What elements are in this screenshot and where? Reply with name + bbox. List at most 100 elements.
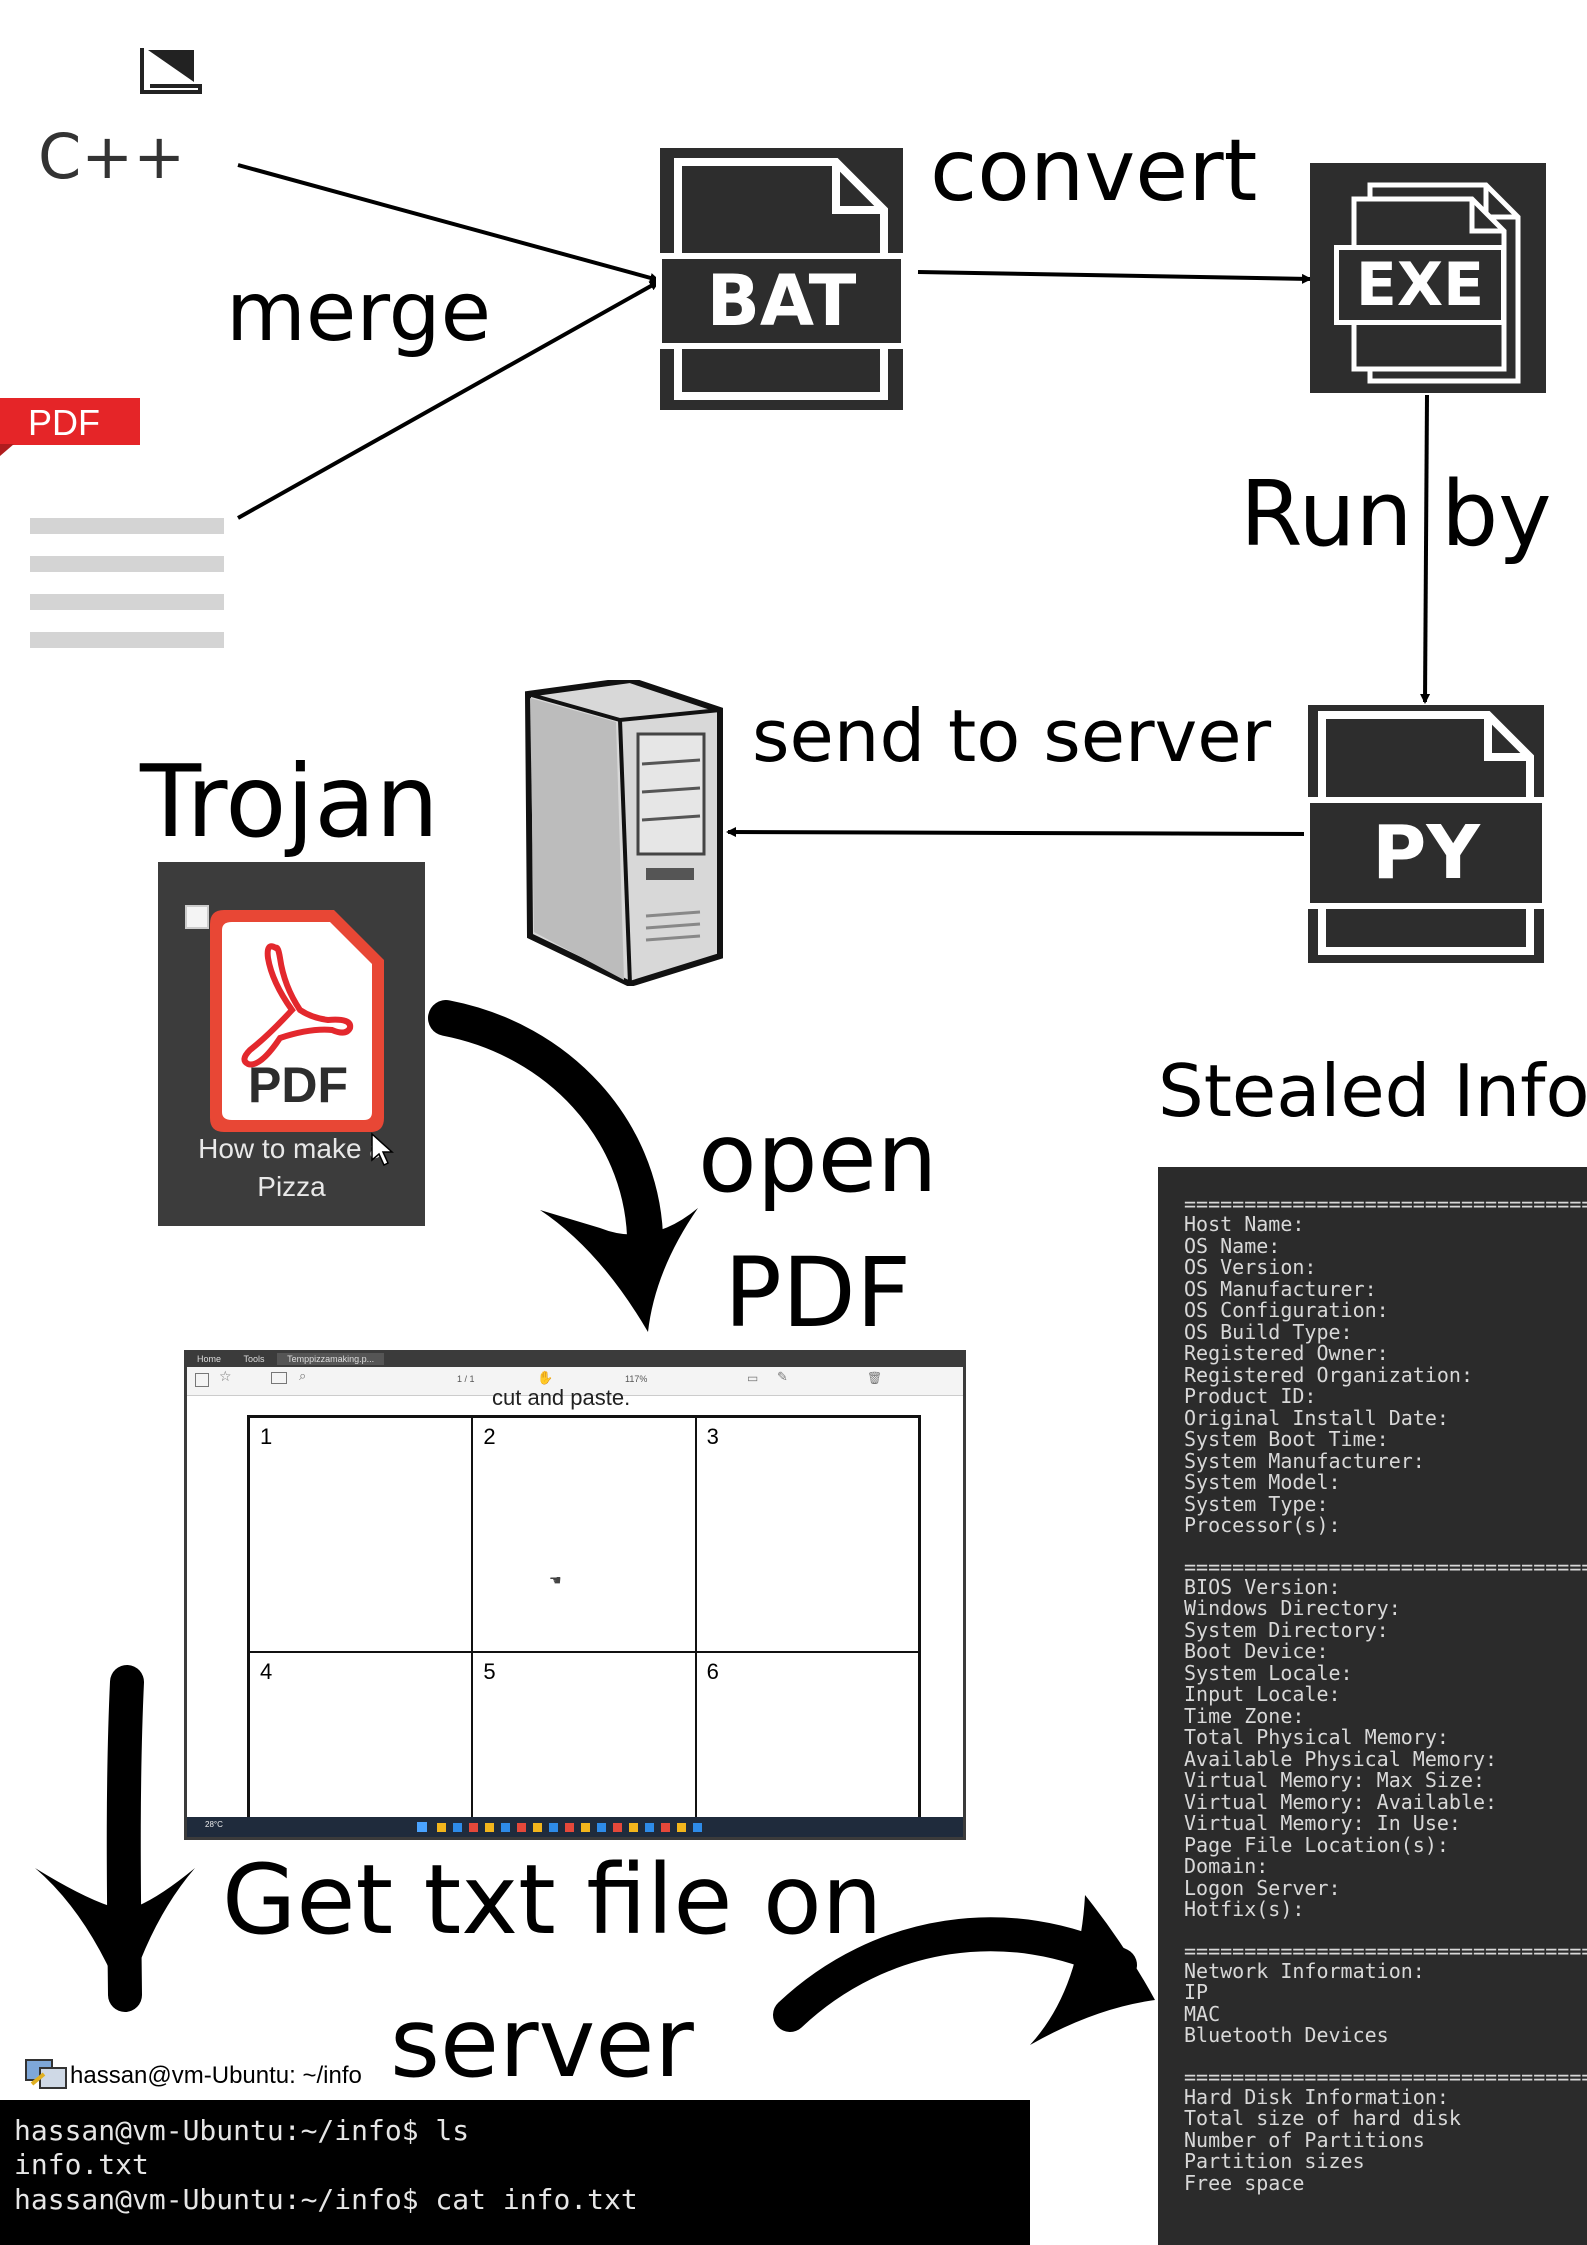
py-file-label: PY: [1304, 797, 1548, 909]
trojan-pdf-desktop-icon[interactable]: PDF How to make a Pizza: [158, 862, 425, 1226]
terminal-title: hassan@vm-Ubuntu: ~/info: [70, 2062, 362, 2089]
open-pdf-label-line2: PDF: [724, 1237, 912, 1349]
info-line: Domain:: [1184, 1854, 1269, 1878]
info-line: OS Configuration:: [1184, 1298, 1389, 1322]
grid-cell: 5: [472, 1652, 696, 1837]
terminal-window[interactable]: hassan@vm-Ubuntu:~/info$ ls info.txt has…: [0, 2100, 1030, 2245]
info-line: Boot Device:: [1184, 1639, 1329, 1663]
zoom-search-icon[interactable]: ⌕: [299, 1369, 306, 1384]
info-line: Time Zone:: [1184, 1703, 1305, 1728]
pdf-badge: PDF: [248, 1057, 348, 1113]
grid-cell: 6: [695, 1652, 919, 1837]
hand-tool-icon[interactable]: ✋: [537, 1371, 553, 1386]
tab-tools[interactable]: Tools: [234, 1353, 275, 1365]
save-icon[interactable]: [195, 1373, 209, 1387]
bat-file-label: BAT: [656, 253, 907, 349]
info-separator: ========================================…: [1184, 1554, 1587, 1579]
info-line: Total Physical Memory:: [1184, 1725, 1449, 1749]
terminal-line: hassan@vm-Ubuntu:~/info$ cat info.txt: [14, 2183, 638, 2216]
info-line: Original Install Date:: [1184, 1405, 1449, 1430]
star-icon[interactable]: ☆: [219, 1369, 232, 1385]
delete-icon[interactable]: 🗑: [867, 1371, 882, 1385]
stolen-info-body: ========================================…: [1184, 1194, 1587, 2194]
info-line: Number of Partitions: [1184, 2127, 1425, 2152]
info-line: Virtual Memory: In Use:: [1184, 1811, 1461, 1835]
info-line: System Manufacturer:: [1184, 1448, 1425, 1473]
page-indicator[interactable]: 1 / 1: [457, 1374, 475, 1384]
info-line: IP: [1184, 1980, 1209, 2004]
info-line: Registered Organization:: [1184, 1362, 1473, 1387]
merge-label: merge: [226, 265, 492, 360]
viewer-tabs: Home Tools Temppizzamaking.p...: [187, 1353, 963, 1367]
info-line: OS Version:: [1184, 1255, 1317, 1279]
hand-cursor-icon: ☚: [549, 1573, 562, 1589]
print-icon[interactable]: [271, 1372, 287, 1384]
pdf-tag: PDF: [0, 398, 140, 445]
get-txt-label-line2: server: [390, 1987, 694, 2099]
info-line: OS Manufacturer:: [1184, 1276, 1377, 1301]
weather-text: 28°C: [205, 1820, 223, 1829]
info-line: Product ID:: [1184, 1384, 1317, 1408]
tab-home[interactable]: Home: [187, 1353, 231, 1365]
start-icon[interactable]: [417, 1822, 427, 1832]
info-line: Page File Location(s):: [1184, 1832, 1449, 1857]
info-line: Available Physical Memory:: [1184, 1746, 1498, 1771]
info-line: Input Locale:: [1184, 1682, 1341, 1706]
tab-document[interactable]: Temppizzamaking.p...: [277, 1353, 385, 1365]
bat-file-icon: BAT: [656, 148, 907, 410]
info-line: Virtual Memory: Available:: [1184, 1789, 1498, 1814]
info-line: System Model:: [1184, 1470, 1341, 1494]
info-separator: ========================================…: [1184, 2064, 1587, 2089]
info-line: Registered Owner:: [1184, 1341, 1389, 1365]
info-line: System Locale:: [1184, 1660, 1353, 1685]
grid-cell: 2: [472, 1417, 696, 1652]
putty-icon: [25, 2059, 67, 2089]
cpp-label: C++: [38, 120, 186, 193]
info-line: Network Information:: [1184, 1958, 1425, 1983]
comment-icon[interactable]: ▭: [747, 1371, 758, 1385]
terminal-title-bar[interactable]: hassan@vm-Ubuntu: ~/info: [10, 2046, 390, 2100]
file-name-line2: Pizza: [257, 1171, 326, 1202]
info-line: Host Name:: [1184, 1212, 1305, 1236]
info-line: OS Build Type:: [1184, 1319, 1353, 1344]
get-txt-label-line1: Get txt file on: [222, 1844, 883, 1956]
send-arrow: [726, 827, 1309, 838]
info-line: Bluetooth Devices: [1184, 2023, 1389, 2047]
text-document-icon: [30, 518, 224, 648]
info-line: System Directory:: [1184, 1617, 1389, 1642]
info-line: System Boot Time:: [1184, 1427, 1389, 1451]
convert-arrow: [917, 270, 1312, 284]
pizza-grid: 1 2 3 4 5 6: [247, 1415, 921, 1837]
py-file-icon: PY: [1304, 705, 1548, 963]
info-line: Hard Disk Information:: [1184, 2084, 1449, 2109]
server-icon: [524, 680, 723, 986]
info-line: Windows Directory:: [1184, 1596, 1401, 1620]
info-line: System Type:: [1184, 1491, 1329, 1516]
info-separator: ========================================…: [1184, 1938, 1587, 1963]
mouse-cursor-icon: [371, 1132, 394, 1167]
exe-file-label: EXE: [1334, 245, 1506, 325]
run-by-label: Run by: [1240, 462, 1552, 567]
to-info-arrowhead: [1030, 1895, 1155, 2045]
open-pdf-arrow: [428, 1000, 663, 1253]
merge-arrow-cpp: [237, 163, 660, 283]
taskbar-apps[interactable]: [437, 1823, 707, 1832]
terminal-line: info.txt: [14, 2148, 149, 2181]
pen-icon[interactable]: ✎: [777, 1370, 788, 1385]
send-to-server-label: send to server: [752, 694, 1272, 778]
info-line: BIOS Version:: [1184, 1574, 1341, 1599]
pdf-viewer-window: Home Tools Temppizzamaking.p... ☆ ⌕ 1 / …: [184, 1350, 966, 1840]
page-header-text: cut and paste.: [492, 1385, 631, 1410]
info-line: MAC: [1184, 2001, 1221, 2026]
info-line: Logon Server:: [1184, 1875, 1341, 1900]
terminal-line: hassan@vm-Ubuntu:~/info$ ls: [14, 2114, 470, 2147]
info-line: Processor(s):: [1184, 1513, 1341, 1537]
exe-file-icon: EXE: [1310, 163, 1546, 393]
open-pdf-arrowhead: [540, 1208, 698, 1332]
stealed-info-title: Stealed Info: [1158, 1049, 1587, 1133]
windows-taskbar: 28°C: [187, 1817, 963, 1837]
info-line: Total size of hard disk: [1184, 2106, 1461, 2130]
zoom-level[interactable]: 117%: [625, 1374, 647, 1384]
info-line: Partition sizes: [1184, 2149, 1365, 2173]
pdf-file-icon: PDF: [210, 910, 384, 1132]
